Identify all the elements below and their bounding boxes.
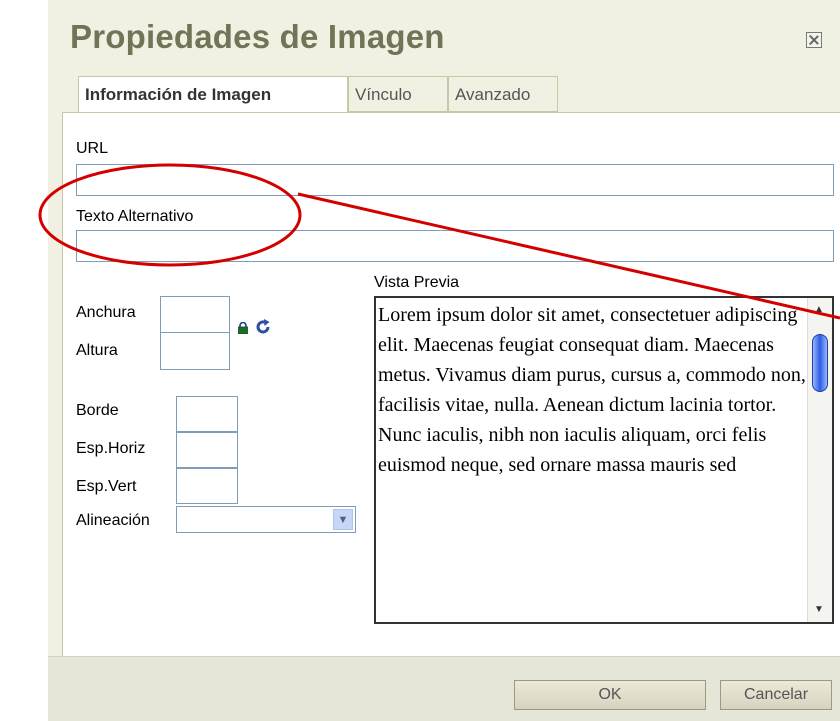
refresh-icon[interactable]	[254, 318, 272, 336]
height-input[interactable]	[160, 332, 230, 370]
vspace-label: Esp.Vert	[76, 478, 137, 495]
preview-box: Lorem ipsum dolor sit amet, consectetuer…	[374, 296, 834, 624]
preview-text: Lorem ipsum dolor sit amet, consectetuer…	[378, 304, 806, 476]
chevron-down-icon[interactable]: ▼	[333, 509, 353, 530]
hspace-input[interactable]	[176, 432, 238, 468]
width-label: Anchura	[76, 304, 136, 321]
ok-button[interactable]: OK	[514, 680, 706, 710]
scroll-thumb[interactable]	[812, 334, 828, 392]
hspace-label: Esp.Horiz	[76, 440, 146, 457]
scroll-up-icon[interactable]: ▲	[811, 302, 827, 318]
url-input[interactable]	[76, 164, 834, 196]
vspace-input[interactable]	[176, 468, 238, 504]
alt-text-input[interactable]	[76, 230, 834, 262]
close-icon[interactable]	[806, 32, 822, 48]
lock-icon[interactable]	[237, 322, 249, 334]
align-label: Alineación	[76, 512, 150, 529]
align-select[interactable]: ▼	[176, 506, 356, 533]
preview-scrollbar[interactable]: ▲ ▼	[807, 298, 832, 622]
preview-label: Vista Previa	[374, 274, 460, 291]
border-input[interactable]	[176, 396, 238, 432]
dialog-title: Propiedades de Imagen	[70, 18, 445, 55]
height-label: Altura	[76, 342, 118, 359]
cancel-button[interactable]: Cancelar	[720, 680, 832, 710]
tab-link[interactable]: Vínculo	[348, 76, 448, 112]
scroll-down-icon[interactable]: ▼	[811, 602, 827, 618]
url-label: URL	[76, 140, 109, 157]
tab-image-info[interactable]: Información de Imagen	[78, 76, 348, 114]
width-input[interactable]	[160, 296, 230, 334]
alt-text-label: Texto Alternativo	[76, 208, 194, 225]
border-label: Borde	[76, 402, 119, 419]
tab-advanced[interactable]: Avanzado	[448, 76, 558, 112]
